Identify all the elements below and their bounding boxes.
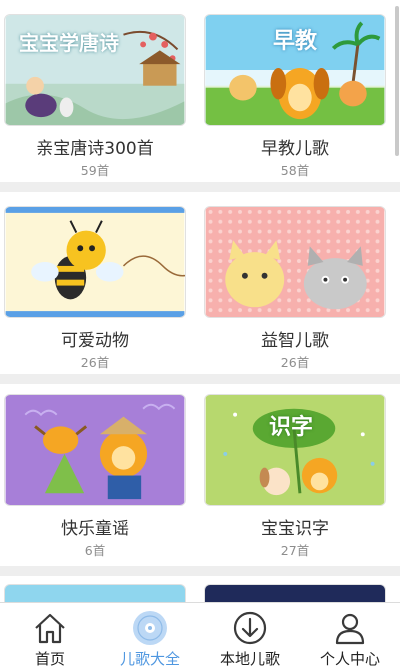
category-title: 亲宝唐诗300首 bbox=[36, 139, 154, 159]
category-card-puzzle-songs[interactable]: 益智儿歌 26首 bbox=[200, 192, 390, 374]
category-card-happy-rhymes[interactable]: 快乐童谣 6首 bbox=[0, 384, 190, 566]
home-icon bbox=[35, 613, 65, 644]
app-screen: 宝宝学唐诗 亲宝唐诗300首 59首 早教 早教儿歌 58首 可爱动物 26首 … bbox=[0, 0, 400, 666]
banner-text: 早教 bbox=[273, 29, 318, 54]
category-card-literacy[interactable]: 识字 宝宝识字 27首 bbox=[200, 384, 390, 566]
song-count: 58首 bbox=[280, 163, 310, 178]
tab-children-songs[interactable]: 儿歌大全 bbox=[100, 603, 200, 666]
song-count: 27首 bbox=[280, 543, 310, 558]
song-count: 6首 bbox=[84, 543, 106, 558]
song-count: 26首 bbox=[80, 355, 110, 370]
disc-icon bbox=[133, 611, 167, 645]
category-thumbnail[interactable] bbox=[4, 206, 186, 318]
category-title: 益智儿歌 bbox=[261, 331, 329, 351]
category-thumbnail-partial[interactable] bbox=[4, 584, 186, 602]
tab-label: 个人中心 bbox=[319, 650, 380, 666]
bee-illustration bbox=[5, 207, 185, 317]
category-thumbnail[interactable] bbox=[204, 206, 386, 318]
song-category-grid[interactable]: 宝宝学唐诗 亲宝唐诗300首 59首 早教 早教儿歌 58首 可爱动物 26首 … bbox=[0, 0, 400, 602]
category-thumbnail[interactable]: 早教 bbox=[204, 14, 386, 126]
category-thumbnail[interactable]: 识字 bbox=[204, 394, 386, 506]
tab-label: 首页 bbox=[34, 650, 65, 666]
row-divider bbox=[0, 566, 400, 576]
tab-local-songs[interactable]: 本地儿歌 bbox=[200, 603, 300, 666]
category-title: 快乐童谣 bbox=[61, 519, 129, 539]
tab-profile[interactable]: 个人中心 bbox=[300, 603, 400, 666]
song-count: 59首 bbox=[80, 163, 110, 178]
bottom-tab-bar: 首页 儿歌大全 本地儿歌 个人中心 bbox=[0, 602, 400, 666]
banner-text: 识字 bbox=[269, 415, 314, 440]
tab-label: 儿歌大全 bbox=[119, 650, 180, 666]
tab-label: 本地儿歌 bbox=[219, 650, 280, 666]
happy-rhymes-illustration bbox=[5, 395, 185, 505]
category-thumbnail-partial[interactable] bbox=[204, 584, 386, 602]
category-title: 宝宝识字 bbox=[261, 519, 329, 539]
tab-home[interactable]: 首页 bbox=[0, 603, 100, 666]
category-card-tang-poems[interactable]: 宝宝学唐诗 亲宝唐诗300首 59首 bbox=[0, 0, 190, 182]
row-divider bbox=[0, 374, 400, 384]
category-card-cute-animals[interactable]: 可爱动物 26首 bbox=[0, 192, 190, 374]
song-count: 26首 bbox=[280, 355, 310, 370]
banner-text: 宝宝学唐诗 bbox=[19, 31, 119, 55]
category-title: 早教儿歌 bbox=[261, 139, 329, 159]
category-thumbnail[interactable]: 宝宝学唐诗 bbox=[4, 14, 186, 126]
row-divider bbox=[0, 182, 400, 192]
person-icon bbox=[335, 613, 365, 645]
category-card-early-education[interactable]: 早教 早教儿歌 58首 bbox=[200, 0, 390, 182]
cats-illustration bbox=[205, 207, 385, 317]
category-title: 可爱动物 bbox=[61, 331, 129, 351]
scrollbar[interactable] bbox=[395, 6, 399, 156]
category-thumbnail[interactable] bbox=[4, 394, 186, 506]
download-icon bbox=[233, 611, 267, 645]
